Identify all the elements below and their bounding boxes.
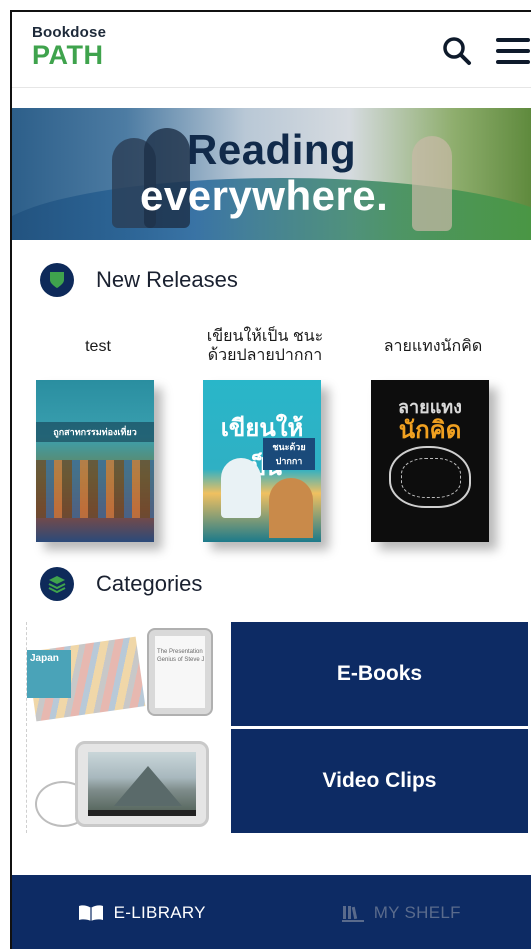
video-clips-thumbnail[interactable] (26, 729, 228, 833)
bookshelf-icon (341, 904, 364, 922)
top-header: Bookdose PATH (12, 12, 531, 88)
nav-e-library-label: E-LIBRARY (113, 903, 206, 922)
banner-subheadline: everywhere. (140, 172, 389, 219)
book-cover-text: ถูกสาทกรรมท่องเที่ยว (36, 422, 154, 442)
tablet-screen-text: The Presentation Genius of Steve J (157, 649, 205, 663)
bottom-navigation: E-LIBRARY MY SHELF (12, 875, 531, 949)
tablet-video-image (75, 741, 209, 827)
nav-my-shelf[interactable]: MY SHELF (272, 875, 531, 949)
categories-header: Categories (40, 564, 202, 604)
hamburger-menu-icon[interactable] (496, 38, 530, 64)
book-card[interactable]: ลายแทงนักคิด ลายแทง นักคิด (363, 318, 503, 542)
new-releases-header: New Releases (40, 260, 238, 300)
banner-person-image (412, 136, 452, 231)
category-video-clips[interactable]: Video Clips (26, 729, 531, 833)
book-title[interactable]: ลายแทงนักคิด (363, 318, 503, 374)
logo-brand[interactable]: Bookdose (32, 24, 106, 41)
book-cover-image (36, 460, 154, 518)
book-cover-subtext: ชนะด้วยปากกา (263, 438, 315, 470)
app-frame: Bookdose PATH Reading everywhere. New Re… (10, 10, 531, 949)
book-card[interactable]: เขียนให้เป็น ชนะ ด้วยปลายปากกา เขียนให้เ… (195, 318, 335, 542)
magazine-image: Japan (27, 650, 71, 698)
nav-e-library[interactable]: E-LIBRARY (12, 875, 272, 949)
categories-title: Categories (96, 571, 203, 596)
book-cover[interactable]: เขียนให้เป็น ชนะด้วยปากกา (203, 380, 321, 542)
category-ebooks[interactable]: Japan The Presentation Genius of Steve J… (26, 622, 531, 726)
tablet-image: The Presentation Genius of Steve J (147, 628, 213, 716)
book-title[interactable]: test (28, 318, 168, 374)
book-cover-author-photo (269, 478, 313, 538)
shield-icon (40, 263, 74, 297)
book-title[interactable]: เขียนให้เป็น ชนะ ด้วยปลายปากกา (195, 318, 335, 374)
book-cover-text: นักคิด (398, 417, 462, 444)
book-cover-figure (221, 458, 261, 518)
open-book-icon (78, 904, 104, 922)
layers-icon (40, 567, 74, 601)
search-icon[interactable] (442, 36, 472, 66)
ebooks-button[interactable]: E-Books (231, 622, 528, 726)
video-clips-button[interactable]: Video Clips (231, 729, 528, 833)
book-cover[interactable]: ลายแทง นักคิด (371, 380, 489, 542)
book-cover[interactable]: ถูกสาทกรรมท่องเที่ยว (36, 380, 154, 542)
brain-illustration (389, 446, 471, 508)
ebooks-thumbnail[interactable]: Japan The Presentation Genius of Steve J (26, 622, 228, 726)
new-releases-title: New Releases (96, 267, 238, 292)
hero-banner: Reading everywhere. (12, 108, 531, 240)
logo-product[interactable]: PATH (32, 40, 104, 71)
book-card[interactable]: test ถูกสาทกรรมท่องเที่ยว (28, 318, 168, 542)
banner-headline: Reading (187, 126, 357, 173)
nav-my-shelf-label: MY SHELF (373, 903, 461, 922)
